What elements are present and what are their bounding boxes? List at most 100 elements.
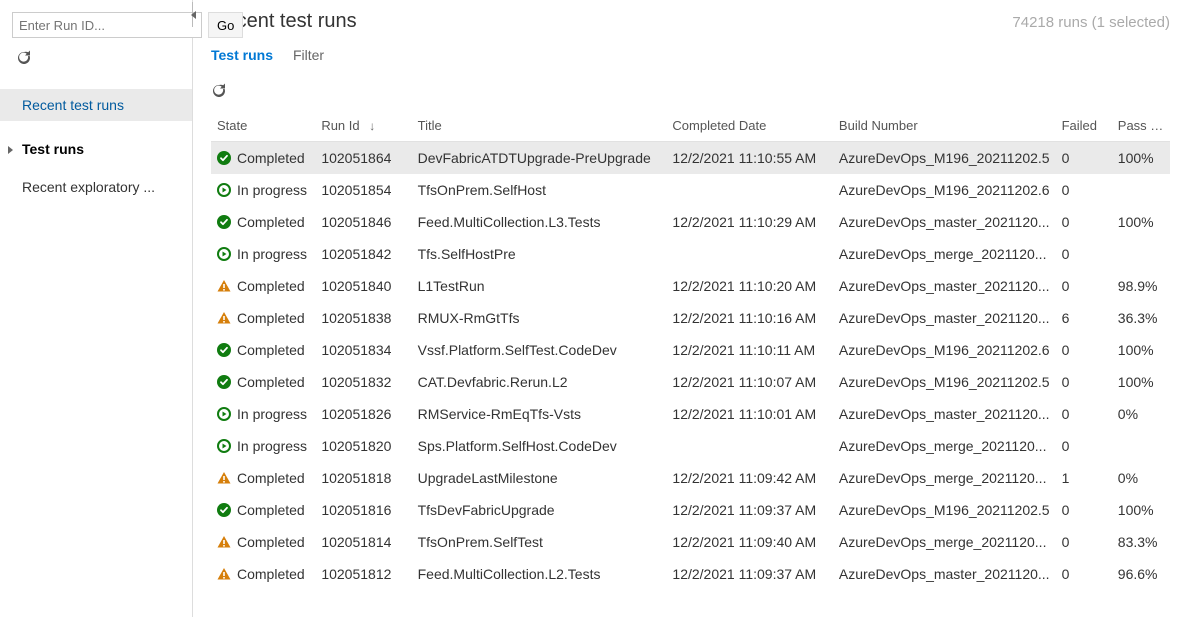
table-row[interactable]: Completed102051814TfsOnPrem.SelfTest12/2… xyxy=(211,526,1170,558)
tab[interactable]: Test runs xyxy=(211,47,273,63)
search-input[interactable] xyxy=(12,12,202,38)
run-id-cell: 102051842 xyxy=(315,238,411,270)
table-row[interactable]: Completed102051818UpgradeLastMilestone12… xyxy=(211,462,1170,494)
play-icon xyxy=(217,247,231,261)
run-id-cell: 102051816 xyxy=(315,494,411,526)
col-header-title[interactable]: Title xyxy=(412,110,667,142)
check-icon xyxy=(217,151,231,165)
table-row[interactable]: Completed102051846Feed.MultiCollection.L… xyxy=(211,206,1170,238)
completed-cell: 12/2/2021 11:10:20 AM xyxy=(666,270,833,302)
run-id-cell: 102051812 xyxy=(315,558,411,590)
col-header-runid[interactable]: Run Id ↓ xyxy=(315,110,411,142)
title-cell: Tfs.SelfHostPre xyxy=(412,238,667,270)
col-header-build[interactable]: Build Number xyxy=(833,110,1056,142)
run-id-cell: 102051826 xyxy=(315,398,411,430)
title-cell: Feed.MultiCollection.L2.Tests xyxy=(412,558,667,590)
run-id-cell: 102051840 xyxy=(315,270,411,302)
tab[interactable]: Filter xyxy=(293,47,324,63)
check-icon xyxy=(217,215,231,229)
build-cell: AzureDevOps_M196_20211202.5 xyxy=(833,366,1056,398)
table-row[interactable]: Completed102051816TfsDevFabricUpgrade12/… xyxy=(211,494,1170,526)
table-row[interactable]: In progress102051826RMService-RmEqTfs-Vs… xyxy=(211,398,1170,430)
go-button[interactable]: Go xyxy=(208,12,243,38)
passrate-cell: 100% xyxy=(1112,366,1170,398)
completed-cell: 12/2/2021 11:10:07 AM xyxy=(666,366,833,398)
state-label: In progress xyxy=(237,406,307,422)
refresh-icon[interactable] xyxy=(211,83,227,99)
state-label: Completed xyxy=(237,150,305,166)
completed-cell xyxy=(666,238,833,270)
tabs: Test runs Filter xyxy=(211,47,1170,71)
failed-cell: 0 xyxy=(1056,494,1112,526)
table-row[interactable]: Completed102051864DevFabricATDTUpgrade-P… xyxy=(211,142,1170,175)
run-id-cell: 102051854 xyxy=(315,174,411,206)
refresh-icon[interactable] xyxy=(16,50,32,66)
run-id-cell: 102051838 xyxy=(315,302,411,334)
sidebar: Go Recent test runsTest runsRecent explo… xyxy=(0,0,193,617)
build-cell: AzureDevOps_merge_2021120... xyxy=(833,238,1056,270)
col-header-state[interactable]: State xyxy=(211,110,315,142)
build-cell: AzureDevOps_M196_20211202.5 xyxy=(833,142,1056,175)
passrate-cell: 96.6% xyxy=(1112,558,1170,590)
col-header-completed[interactable]: Completed Date xyxy=(666,110,833,142)
completed-cell: 12/2/2021 11:10:11 AM xyxy=(666,334,833,366)
completed-cell: 12/2/2021 11:09:37 AM xyxy=(666,494,833,526)
play-icon xyxy=(217,439,231,453)
test-runs-grid: State Run Id ↓ Title Completed Date Buil… xyxy=(211,110,1170,590)
table-row[interactable]: In progress 102051842Tfs.SelfHostPre Azure… xyxy=(211,238,1170,270)
failed-cell: 0 xyxy=(1056,206,1112,238)
col-header-runid-label: Run Id xyxy=(321,118,359,133)
passrate-cell: 36.3% xyxy=(1112,302,1170,334)
run-id-cell: 102051834 xyxy=(315,334,411,366)
table-row[interactable]: Completed102051838RMUX-RmGtTfs12/2/2021 … xyxy=(211,302,1170,334)
sort-down-icon: ↓ xyxy=(369,119,375,133)
failed-cell: 0 xyxy=(1056,398,1112,430)
warn-icon xyxy=(217,535,231,549)
passrate-cell xyxy=(1112,174,1170,206)
completed-cell: 12/2/2021 11:09:40 AM xyxy=(666,526,833,558)
failed-cell: 0 xyxy=(1056,334,1112,366)
build-cell: AzureDevOps_master_2021120... xyxy=(833,302,1056,334)
build-cell: AzureDevOps_M196_20211202.6 xyxy=(833,334,1056,366)
table-row[interactable]: Completed102051834Vssf.Platform.SelfTest… xyxy=(211,334,1170,366)
sidebar-item[interactable]: Recent exploratory ... xyxy=(0,171,192,203)
table-row[interactable]: Completed102051832CAT.Devfabric.Rerun.L2… xyxy=(211,366,1170,398)
sidebar-item[interactable]: Test runs xyxy=(0,133,192,165)
build-cell: AzureDevOps_M196_20211202.6 xyxy=(833,174,1056,206)
completed-cell xyxy=(666,174,833,206)
failed-cell: 0 xyxy=(1056,558,1112,590)
state-label: Completed xyxy=(237,470,305,486)
title-cell: Vssf.Platform.SelfTest.CodeDev xyxy=(412,334,667,366)
col-header-passrate[interactable]: Pass Rate xyxy=(1112,110,1170,142)
warn-icon xyxy=(217,311,231,325)
build-cell: AzureDevOps_merge_2021120... xyxy=(833,430,1056,462)
col-header-failed[interactable]: Failed xyxy=(1056,110,1112,142)
run-id-cell: 102051818 xyxy=(315,462,411,494)
state-label: Completed xyxy=(237,502,305,518)
completed-cell: 12/2/2021 11:10:16 AM xyxy=(666,302,833,334)
title-cell: Feed.MultiCollection.L3.Tests xyxy=(412,206,667,238)
sidebar-item[interactable]: Recent test runs xyxy=(0,89,192,121)
state-label: In progress xyxy=(237,246,307,262)
table-row[interactable]: Completed102051812Feed.MultiCollection.L… xyxy=(211,558,1170,590)
build-cell: AzureDevOps_merge_2021120... xyxy=(833,462,1056,494)
table-row[interactable]: In progress102051820Sps.Platform.SelfHos… xyxy=(211,430,1170,462)
passrate-cell: 100% xyxy=(1112,206,1170,238)
table-row[interactable]: In progress102051854TfsOnPrem.SelfHostAz… xyxy=(211,174,1170,206)
run-id-cell: 102051832 xyxy=(315,366,411,398)
passrate-cell xyxy=(1112,238,1170,270)
failed-cell: 0 xyxy=(1056,238,1112,270)
sidebar-resize-grip[interactable] xyxy=(192,2,193,27)
failed-cell: 0 xyxy=(1056,526,1112,558)
completed-cell: 12/2/2021 11:10:01 AM xyxy=(666,398,833,430)
failed-cell: 1 xyxy=(1056,462,1112,494)
check-icon xyxy=(217,375,231,389)
warn-icon xyxy=(217,567,231,581)
passrate-cell: 98.9% xyxy=(1112,270,1170,302)
title-cell: L1TestRun xyxy=(412,270,667,302)
completed-cell: 12/2/2021 11:10:55 AM xyxy=(666,142,833,175)
warn-icon xyxy=(217,471,231,485)
passrate-cell: 0% xyxy=(1112,398,1170,430)
completed-cell: 12/2/2021 11:09:37 AM xyxy=(666,558,833,590)
table-row[interactable]: Completed102051840L1TestRun12/2/2021 11:… xyxy=(211,270,1170,302)
